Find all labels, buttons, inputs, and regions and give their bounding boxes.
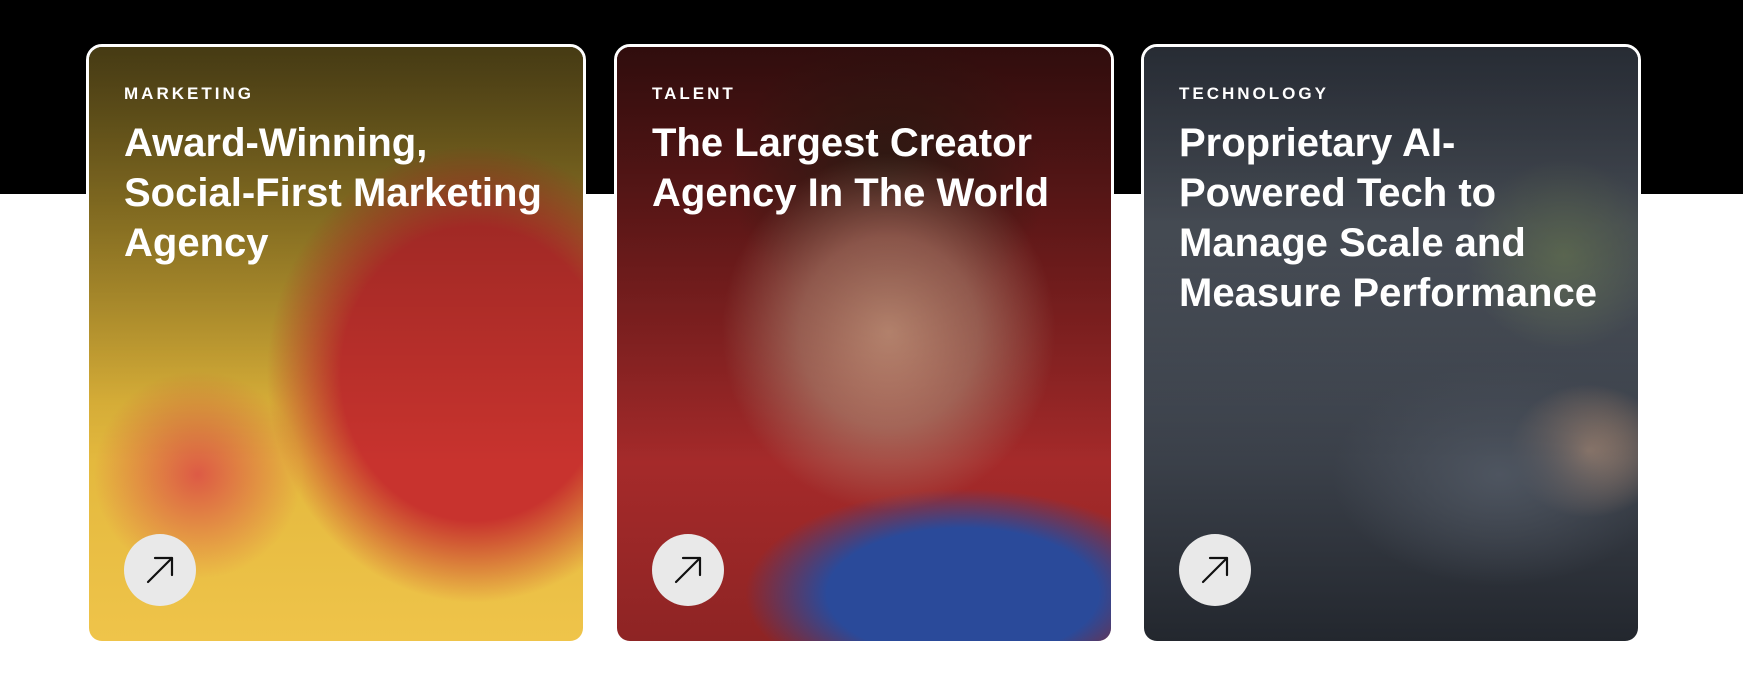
card-technology[interactable]: TECHNOLOGY Proprietary AI-Powered Tech t… — [1141, 44, 1641, 644]
arrow-up-right-icon — [1198, 553, 1232, 587]
card-content: MARKETING Award-Winning, Social-First Ma… — [124, 84, 553, 268]
card-arrow-button[interactable] — [124, 534, 196, 606]
card-title: The Largest Creator Agency In The World — [652, 121, 1050, 215]
card-category: TECHNOLOGY — [1179, 84, 1329, 103]
card-talent[interactable]: TALENT The Largest Creator Agency In The… — [614, 44, 1114, 644]
arrow-up-right-icon — [671, 553, 705, 587]
card-category: TALENT — [652, 84, 736, 103]
card-marketing[interactable]: MARKETING Award-Winning, Social-First Ma… — [86, 44, 586, 644]
card-title: Proprietary AI-Powered Tech to Manage Sc… — [1179, 121, 1597, 315]
card-arrow-button[interactable] — [1179, 534, 1251, 606]
card-arrow-button[interactable] — [652, 534, 724, 606]
arrow-up-right-icon — [143, 553, 177, 587]
card-category: MARKETING — [124, 84, 254, 103]
card-content: TALENT The Largest Creator Agency In The… — [652, 84, 1081, 218]
card-content: TECHNOLOGY Proprietary AI-Powered Tech t… — [1179, 84, 1608, 318]
card-title: Award-Winning, Social-First Marketing Ag… — [124, 121, 542, 265]
